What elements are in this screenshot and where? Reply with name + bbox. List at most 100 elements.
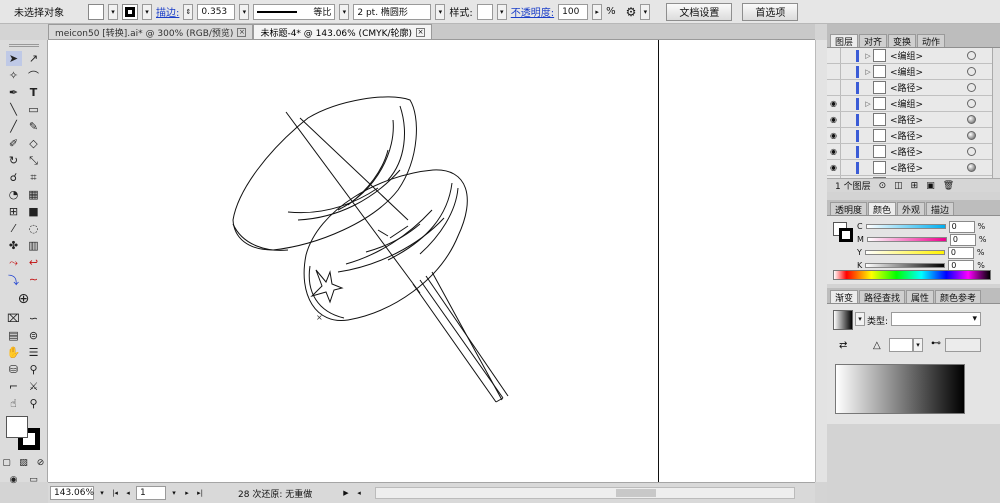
layer-name[interactable]: <路径> bbox=[890, 113, 967, 126]
slice-select-tool-icon[interactable]: ⊜ bbox=[26, 328, 42, 343]
target-icon[interactable] bbox=[967, 163, 976, 172]
width-tool-icon[interactable]: ⤳ bbox=[6, 255, 22, 270]
paint-bucket-tool-icon[interactable]: ⛁ bbox=[6, 362, 22, 377]
expand-triangle-icon[interactable]: ▷ bbox=[863, 52, 873, 60]
locate-object-icon[interactable]: ⊙ bbox=[879, 181, 887, 191]
candy-outline-artwork[interactable]: × bbox=[48, 40, 815, 482]
target-icon[interactable] bbox=[967, 67, 976, 76]
join-tool-icon[interactable]: ⤵ bbox=[6, 272, 22, 287]
document-tab-2[interactable]: 未标题-4* @ 143.06% (CMYK/轮廓) × bbox=[253, 24, 433, 39]
layer-row[interactable]: ▷ <编组> bbox=[827, 64, 992, 80]
lock-toggle[interactable] bbox=[840, 64, 852, 79]
layer-row[interactable]: ◉ <路径> bbox=[827, 176, 992, 178]
zoom-dropdown-icon[interactable]: ▾ bbox=[97, 486, 107, 500]
eye-icon[interactable]: ◉ bbox=[827, 144, 840, 159]
eye-icon[interactable]: ◉ bbox=[827, 160, 840, 175]
shape-builder-tool-icon[interactable]: ◔ bbox=[6, 187, 22, 202]
layer-name[interactable]: <路径> bbox=[890, 81, 967, 94]
stroke-weight-field[interactable]: 0.353 bbox=[197, 3, 236, 20]
last-artboard-icon[interactable]: ▸| bbox=[195, 486, 205, 500]
knife-tool-icon[interactable]: ⚔ bbox=[26, 379, 42, 394]
rectangle-tool-icon[interactable]: ▭ bbox=[26, 102, 42, 117]
eye-empty-icon[interactable] bbox=[827, 64, 840, 79]
gradient-slider[interactable] bbox=[835, 364, 965, 414]
first-artboard-icon[interactable]: |◂ bbox=[110, 486, 120, 500]
tab-transparency[interactable]: 透明度 bbox=[830, 202, 868, 216]
opacity-field[interactable]: 100 bbox=[558, 3, 589, 20]
opacity-label-link[interactable]: 不透明度: bbox=[511, 4, 554, 19]
lasso-tool-icon[interactable]: ⌒ bbox=[26, 68, 42, 83]
horizontal-scrollbar[interactable] bbox=[375, 487, 795, 499]
opacity-dropdown[interactable]: ▸ bbox=[592, 3, 603, 20]
pencil-tool-icon[interactable]: ✎ bbox=[26, 119, 42, 134]
layer-row[interactable]: ◉ <路径> bbox=[827, 144, 992, 160]
tab-attributes[interactable]: 属性 bbox=[906, 290, 935, 304]
fill-stroke-widget[interactable] bbox=[6, 416, 47, 452]
chart-tool-icon[interactable]: ▤ bbox=[6, 328, 22, 343]
brush-dropdown[interactable]: ▾ bbox=[435, 3, 446, 20]
layer-row[interactable]: ◉ <路径> bbox=[827, 112, 992, 128]
expand-triangle-icon[interactable]: ▷ bbox=[863, 68, 873, 76]
list-tool-icon[interactable]: ☰ bbox=[26, 345, 42, 360]
new-layer-icon[interactable]: ▣ bbox=[926, 181, 935, 191]
lock-toggle[interactable] bbox=[840, 128, 852, 143]
tab-transform[interactable]: 变换 bbox=[888, 34, 917, 48]
layer-row[interactable]: ▷ <编组> bbox=[827, 48, 992, 64]
scroll-left-icon[interactable]: ◂ bbox=[354, 486, 364, 500]
eye-empty-icon[interactable] bbox=[827, 80, 840, 95]
draw-normal-icon[interactable]: ◉ bbox=[6, 472, 22, 487]
artboard-canvas[interactable]: × bbox=[48, 40, 815, 482]
lock-toggle[interactable] bbox=[840, 160, 852, 175]
lock-toggle[interactable] bbox=[840, 112, 852, 127]
close-icon[interactable]: × bbox=[237, 27, 247, 37]
target-icon[interactable] bbox=[967, 99, 976, 108]
angle-field[interactable] bbox=[889, 338, 913, 352]
curvature-tool-icon[interactable]: ↩ bbox=[26, 255, 42, 270]
layer-name[interactable]: <编组> bbox=[890, 49, 967, 62]
recolor-dropdown[interactable]: ▾ bbox=[640, 3, 651, 20]
crop-tool-icon[interactable]: ⌐ bbox=[6, 379, 22, 394]
artboard-number-field[interactable]: 1 bbox=[136, 486, 166, 500]
tab-appearance[interactable]: 外观 bbox=[897, 202, 926, 216]
lock-toggle[interactable] bbox=[840, 80, 852, 95]
lock-toggle[interactable] bbox=[840, 144, 852, 159]
prev-artboard-icon[interactable]: ◂ bbox=[123, 486, 133, 500]
gradient-preview-dropdown[interactable]: ▾ bbox=[855, 312, 865, 326]
layer-row[interactable]: ◉ <路径> bbox=[827, 128, 992, 144]
hand-tool-icon[interactable]: ✋ bbox=[6, 345, 22, 360]
slice-tool-icon[interactable]: ∽ bbox=[26, 311, 42, 326]
direct-selection-tool-icon[interactable]: ↗ bbox=[26, 51, 42, 66]
channel-value-field[interactable]: 0 bbox=[947, 246, 974, 259]
artboard-dropdown-icon[interactable]: ▾ bbox=[169, 486, 179, 500]
lock-toggle[interactable] bbox=[840, 48, 852, 63]
color-mode-icon[interactable]: ▢ bbox=[0, 455, 13, 470]
scroll-thumb[interactable] bbox=[616, 489, 656, 497]
recolor-icon[interactable]: ⚙ bbox=[626, 5, 637, 19]
tab-layers[interactable]: 图层 bbox=[830, 34, 859, 48]
layer-row[interactable]: ◉ <路径> bbox=[827, 160, 992, 176]
zoom-field[interactable]: 143.06% bbox=[50, 486, 94, 500]
layer-row[interactable]: ◉ ▷ <编组> bbox=[827, 96, 992, 112]
reverse-gradient-icon[interactable]: ⇄ bbox=[839, 340, 847, 351]
eye-icon[interactable]: ◉ bbox=[827, 128, 840, 143]
brush-select[interactable]: 2 pt. 椭圆形 bbox=[353, 3, 432, 20]
eyedropper-tool-icon[interactable]: ⁄ bbox=[6, 221, 22, 236]
stroke-swatch[interactable] bbox=[122, 3, 138, 20]
lock-toggle[interactable] bbox=[840, 96, 852, 111]
selection-tool-icon[interactable]: ➤ bbox=[5, 51, 22, 66]
eye-empty-icon[interactable] bbox=[827, 48, 840, 63]
stroke-weight-dropdown[interactable]: ▾ bbox=[239, 3, 250, 20]
close-icon[interactable]: × bbox=[416, 27, 426, 37]
color-spectrum[interactable] bbox=[833, 270, 991, 280]
layer-name[interactable]: <编组> bbox=[890, 65, 967, 78]
rotate-tool-icon[interactable]: ↻ bbox=[6, 153, 22, 168]
stroke-weight-stepper[interactable]: ⇕ bbox=[183, 3, 194, 20]
paintbrush-tool-icon[interactable]: ╱ bbox=[6, 119, 22, 134]
warp-tool-icon[interactable]: ☌ bbox=[6, 170, 22, 185]
layers-scrollbar[interactable] bbox=[992, 48, 1000, 178]
scale-tool-icon[interactable]: ⤡ bbox=[26, 153, 42, 168]
layer-name[interactable]: <路径> bbox=[890, 129, 967, 142]
preferences-button[interactable]: 首选项 bbox=[742, 2, 799, 21]
column-graph-tool-icon[interactable]: ▥ bbox=[26, 238, 42, 253]
angle-dropdown[interactable]: ▾ bbox=[913, 338, 923, 352]
